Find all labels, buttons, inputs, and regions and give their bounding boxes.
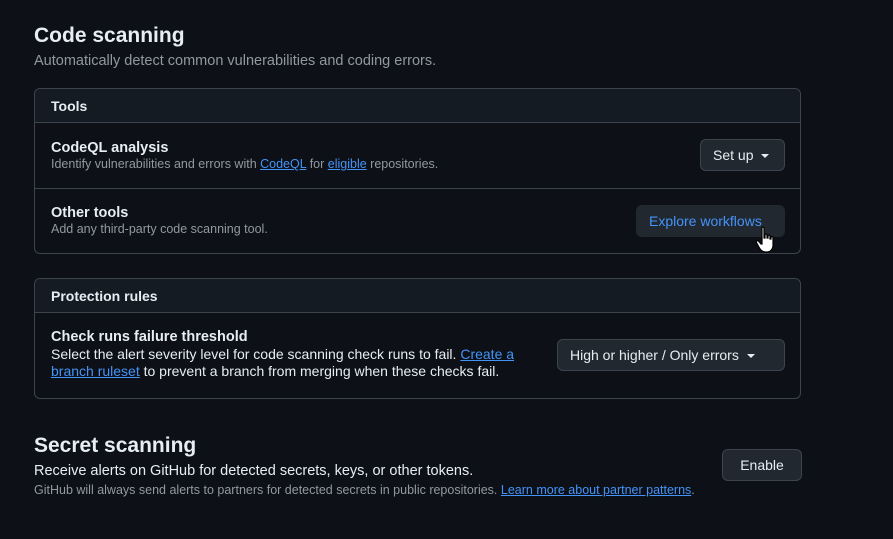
threshold-select[interactable]: High or higher / Only errors <box>557 339 785 371</box>
secret-note-prefix: GitHub will always send alerts to partne… <box>34 483 501 497</box>
eligible-link[interactable]: eligible <box>328 157 367 171</box>
partner-patterns-link[interactable]: Learn more about partner patterns <box>501 483 691 497</box>
triangle-down-icon <box>761 153 770 158</box>
tools-header: Tools <box>35 89 800 123</box>
threshold-description: Select the alert severity level for code… <box>51 346 541 380</box>
threshold-select-value: High or higher / Only errors <box>570 347 739 363</box>
codeql-title: CodeQL analysis <box>51 140 169 156</box>
explore-workflows-label: Explore workflows <box>649 213 762 229</box>
codeql-desc-suffix: repositories. <box>366 157 439 171</box>
secret-note-suffix: . <box>691 483 695 497</box>
codeql-row: CodeQL analysis Identify vulnerabilities… <box>35 123 800 188</box>
tools-box: Tools CodeQL analysis Identify vulnerabi… <box>34 88 801 254</box>
triangle-down-icon <box>746 353 755 358</box>
codeql-setup-button[interactable]: Set up <box>700 139 785 171</box>
codeql-link[interactable]: CodeQL <box>260 157 306 171</box>
threshold-row: Check runs failure threshold Select the … <box>35 313 800 398</box>
threshold-title: Check runs failure threshold <box>51 329 248 345</box>
secret-scanning-title: Secret scanning <box>34 434 197 457</box>
code-scanning-description: Automatically detect common vulnerabilit… <box>34 53 437 69</box>
setup-button-label: Set up <box>713 147 754 163</box>
threshold-desc-prefix: Select the alert severity level for code… <box>51 346 461 362</box>
codeql-desc-mid: for <box>306 157 328 171</box>
enable-secret-scanning-button[interactable]: Enable <box>722 449 802 481</box>
protection-rules-box: Protection rules Check runs failure thre… <box>34 278 801 399</box>
protection-rules-header: Protection rules <box>35 279 800 313</box>
codeql-description: Identify vulnerabilities and errors with… <box>51 157 438 171</box>
page: Code scanning Automatically detect commo… <box>0 0 893 539</box>
code-scanning-title: Code scanning <box>34 24 185 47</box>
other-tools-title: Other tools <box>51 205 129 221</box>
hand-pointer-cursor-icon <box>755 226 774 253</box>
secret-scanning-note: GitHub will always send alerts to partne… <box>34 483 695 497</box>
other-tools-row: Other tools Add any third-party code sca… <box>35 188 800 253</box>
enable-button-label: Enable <box>740 457 784 473</box>
other-tools-description: Add any third-party code scanning tool. <box>51 222 268 236</box>
threshold-desc-suffix: to prevent a branch from merging when th… <box>139 363 500 379</box>
secret-scanning-description: Receive alerts on GitHub for detected se… <box>34 463 474 479</box>
codeql-desc-prefix: Identify vulnerabilities and errors with <box>51 157 261 171</box>
